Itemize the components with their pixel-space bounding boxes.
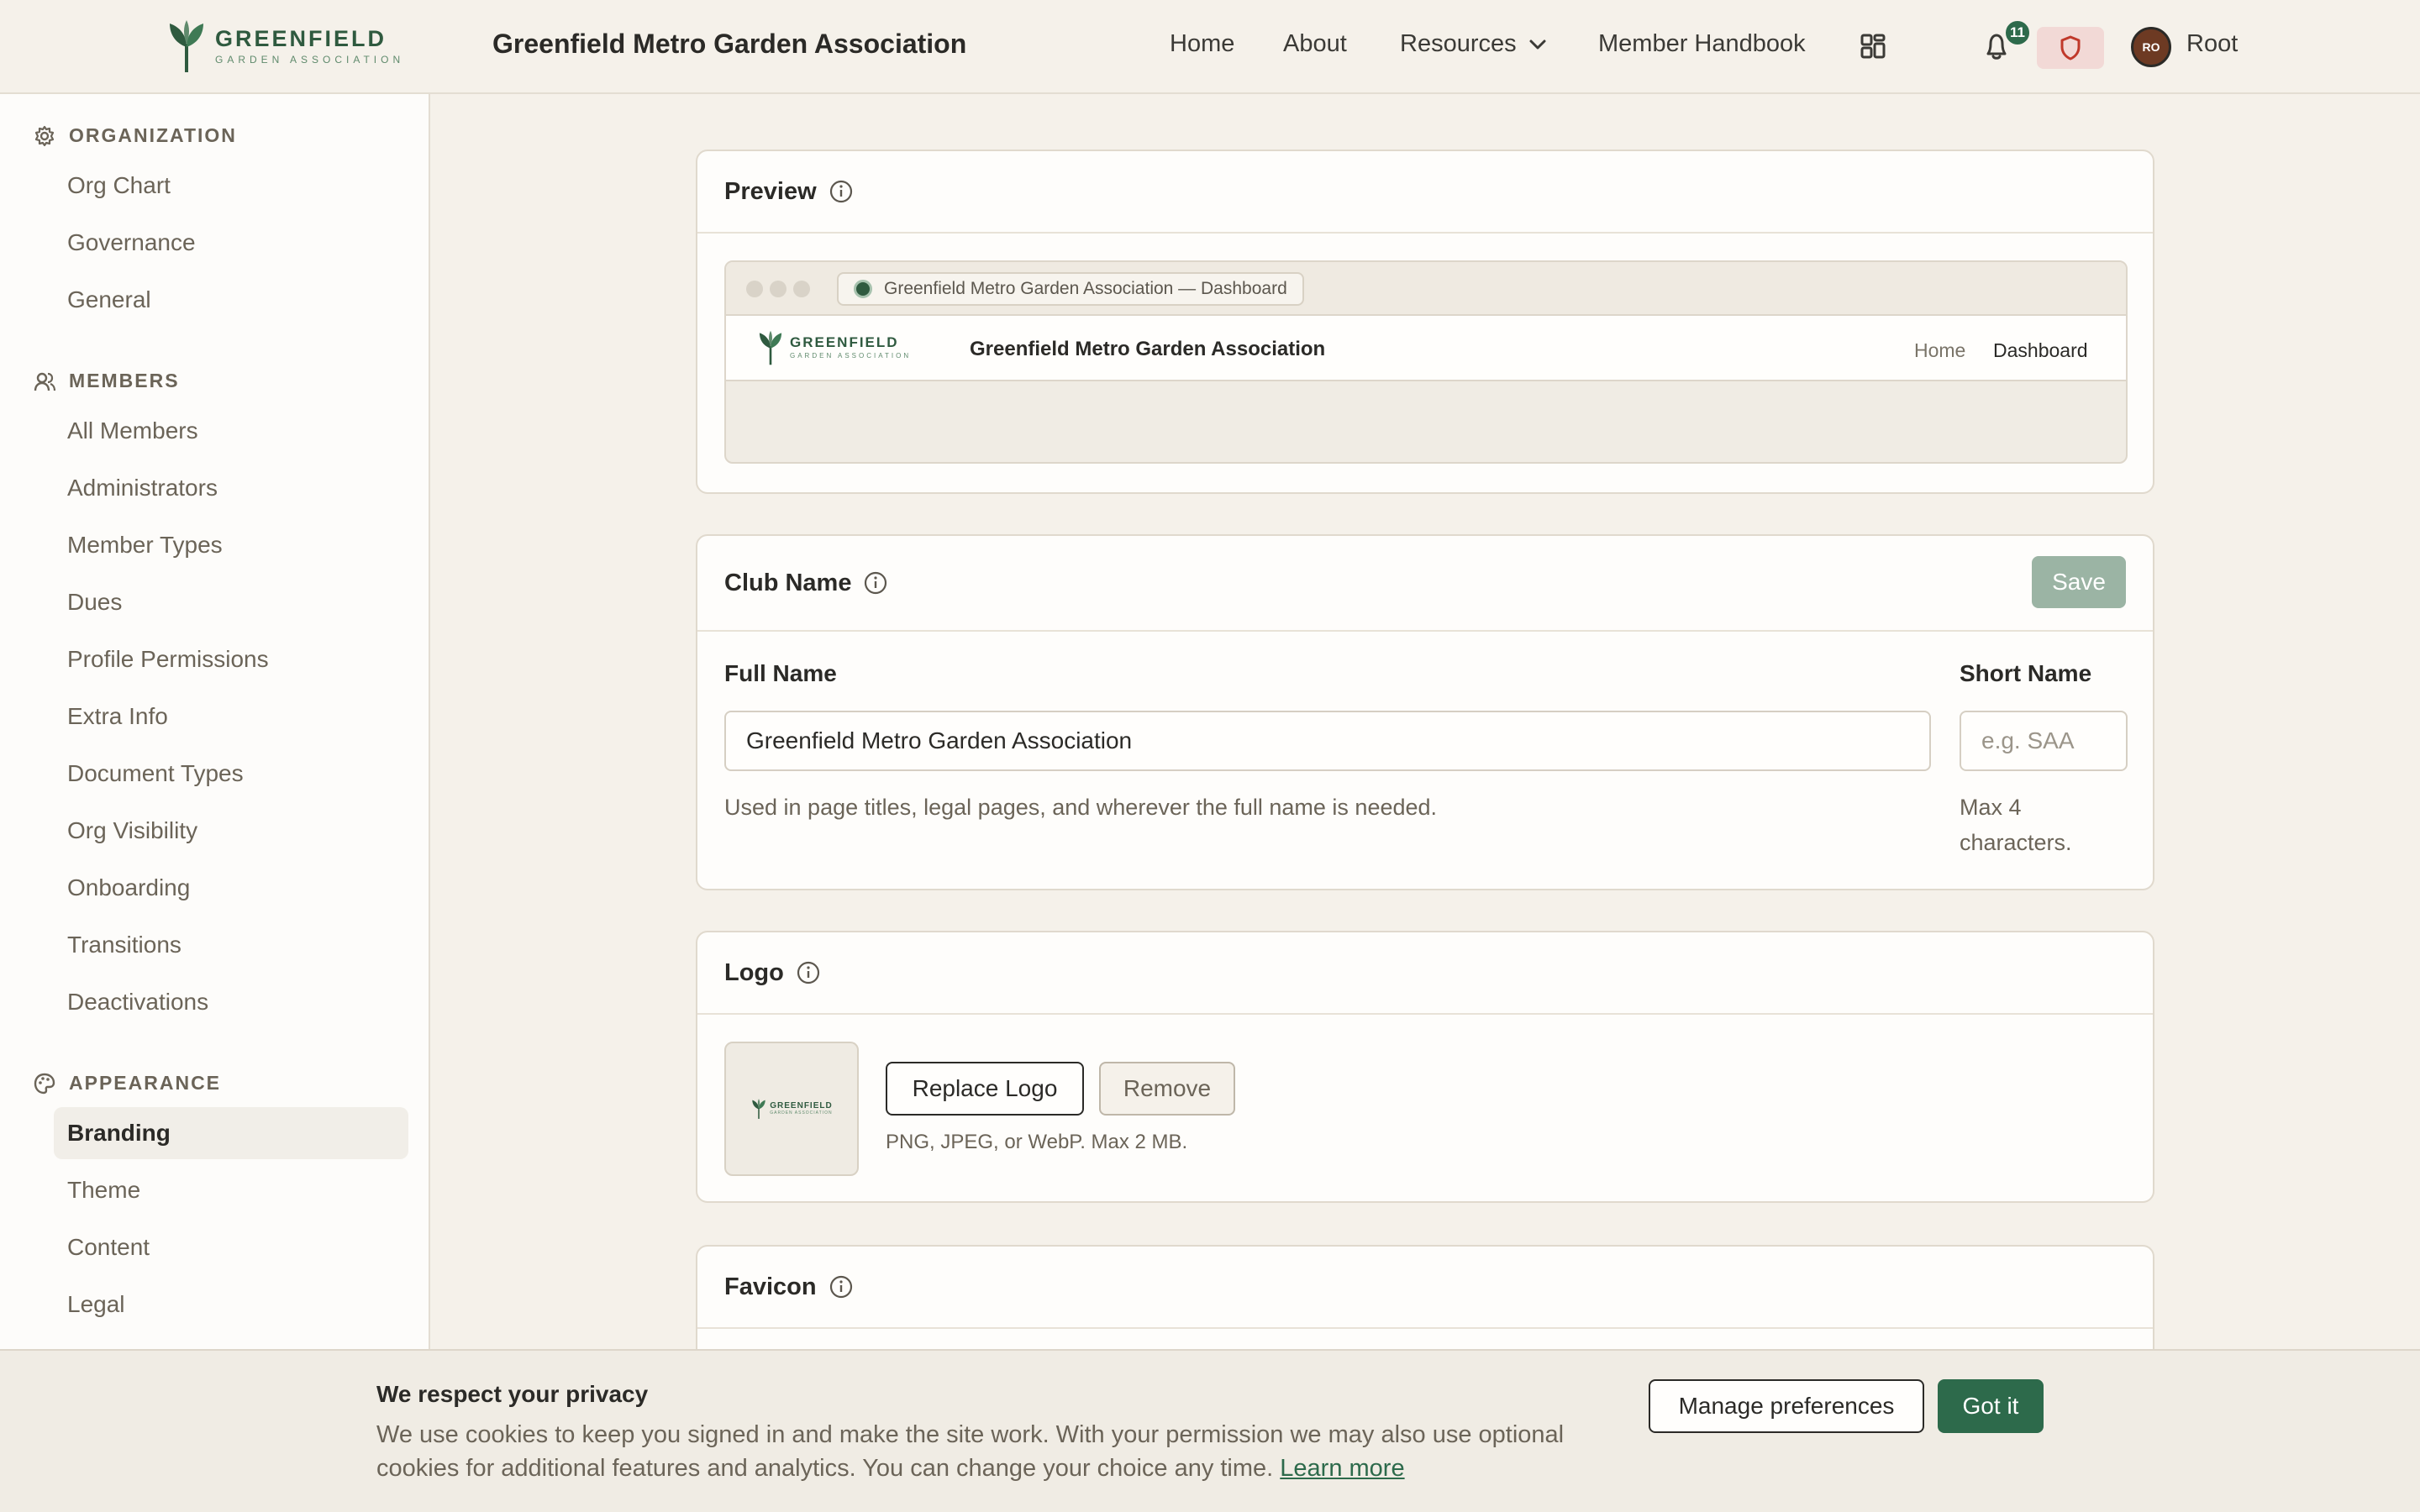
- logo-help-text: PNG, JPEG, or WebP. Max 2 MB.: [886, 1131, 1188, 1153]
- sidebar-item-all-members[interactable]: All Members: [54, 405, 408, 457]
- browser-preview: Greenfield Metro Garden Association — Da…: [724, 260, 2128, 464]
- sprout-logo-icon: [752, 1099, 765, 1119]
- learn-more-link[interactable]: Learn more: [1280, 1455, 1404, 1482]
- sidebar-section-appearance: APPEARANCE: [34, 1072, 221, 1095]
- favicon-card-title: Favicon: [724, 1273, 817, 1300]
- user-avatar[interactable]: RO: [2131, 27, 2171, 67]
- info-icon[interactable]: [796, 960, 821, 985]
- preview-card: Preview Greenfield Metro Garden Associat…: [696, 150, 2154, 494]
- sidebar-item-org-visibility[interactable]: Org Visibility: [54, 805, 408, 857]
- sprout-logo-icon: [170, 20, 203, 72]
- nav-member-handbook[interactable]: Member Handbook: [1598, 30, 1806, 58]
- preview-card-title: Preview: [724, 177, 817, 205]
- browser-preview-tab: Greenfield Metro Garden Association — Da…: [837, 272, 1304, 306]
- window-dot: [746, 281, 763, 297]
- sidebar-item-theme[interactable]: Theme: [54, 1164, 408, 1216]
- favicon-icon: [854, 280, 872, 298]
- sidebar-item-org-chart[interactable]: Org Chart: [54, 160, 408, 212]
- short-name-help-line-1: Max 4: [1960, 795, 2022, 820]
- logo-card-header: Logo: [697, 932, 2153, 1015]
- info-icon[interactable]: [829, 179, 854, 204]
- brand-wordmark: GREENFIELD: [215, 26, 387, 51]
- full-name-help: Used in page titles, legal pages, and wh…: [724, 795, 1438, 820]
- accept-cookies-button[interactable]: Got it: [1938, 1379, 2044, 1433]
- sidebar-item-branding[interactable]: Branding: [54, 1107, 408, 1159]
- short-name-help-line-2: characters.: [1960, 830, 2072, 855]
- brand-tagline: GARDEN ASSOCIATION: [215, 54, 405, 66]
- cookie-banner-body: We use cookies to keep you signed in and…: [376, 1418, 1586, 1485]
- window-dot: [793, 281, 810, 297]
- nav-about[interactable]: About: [1283, 30, 1347, 58]
- sidebar-section-title: ORGANIZATION: [69, 124, 237, 146]
- manage-preferences-button[interactable]: Manage preferences: [1649, 1379, 1924, 1433]
- window-dot: [770, 281, 786, 297]
- info-icon[interactable]: [863, 570, 888, 596]
- top-header: GREENFIELD GARDEN ASSOCIATION Greenfield…: [0, 0, 2420, 94]
- browser-preview-tab-title: Greenfield Metro Garden Association — Da…: [884, 279, 1287, 298]
- sidebar-item-member-types[interactable]: Member Types: [54, 519, 408, 571]
- preview-nav-home: Home: [1914, 339, 1966, 361]
- sidebar-item-administrators[interactable]: Administrators: [54, 462, 408, 514]
- gear-icon: [34, 125, 55, 146]
- users-icon: [34, 372, 55, 391]
- sidebar-item-document-types[interactable]: Document Types: [54, 748, 408, 800]
- preview-logo-wordmark: GREENFIELD: [790, 334, 899, 350]
- short-name-label: Short Name: [1960, 660, 2092, 686]
- sidebar-item-general[interactable]: General: [54, 274, 408, 326]
- sidebar-item-governance[interactable]: Governance: [54, 217, 408, 269]
- sidebar-section-title: APPEARANCE: [69, 1072, 222, 1094]
- info-icon[interactable]: [829, 1274, 854, 1299]
- preview-nav-dashboard: Dashboard: [1993, 339, 2088, 361]
- chevron-down-icon: [1529, 39, 1546, 49]
- sidebar-item-profile-permissions[interactable]: Profile Permissions: [54, 633, 408, 685]
- sidebar-item-transitions[interactable]: Transitions: [54, 919, 408, 971]
- club-name-card: Club Name Save Full Name Used in page ti…: [696, 534, 2154, 890]
- full-name-input[interactable]: [724, 711, 1931, 771]
- shield-icon: [2060, 35, 2081, 60]
- preview-card-header: Preview: [697, 151, 2153, 234]
- logo-card-title: Logo: [724, 958, 784, 986]
- sidebar-item-legal[interactable]: Legal: [54, 1278, 408, 1331]
- sidebar-item-onboarding[interactable]: Onboarding: [54, 862, 408, 914]
- logo-card: Logo GREENFIELD GARDEN ASSOCIATION Repla…: [696, 931, 2154, 1203]
- short-name-input[interactable]: [1960, 711, 2128, 771]
- admin-shield-button[interactable]: [2037, 27, 2104, 69]
- sidebar-section-members: MEMBERS: [34, 370, 180, 392]
- sidebar-item-deactivations[interactable]: Deactivations: [54, 976, 408, 1028]
- apps-grid-icon[interactable]: [1860, 34, 1886, 59]
- notification-count-badge: 11: [2003, 18, 2032, 47]
- replace-logo-button[interactable]: Replace Logo: [886, 1062, 1084, 1116]
- browser-preview-toolbar: Greenfield Metro Garden Association — Da…: [726, 262, 2126, 316]
- club-name-card-title: Club Name: [724, 569, 852, 596]
- sidebar-item-content[interactable]: Content: [54, 1221, 408, 1273]
- browser-preview-navbar: GREENFIELD GARDEN ASSOCIATION Greenfield…: [726, 316, 2126, 381]
- nav-resources-dropdown[interactable]: Resources: [1400, 30, 1547, 58]
- logo-thumbnail: GREENFIELD GARDEN ASSOCIATION: [724, 1042, 859, 1176]
- nav-resources-label: Resources: [1400, 30, 1517, 57]
- sidebar-section-organization: ORGANIZATION: [34, 124, 237, 147]
- sidebar-item-dues[interactable]: Dues: [54, 576, 408, 628]
- sidebar-section-title: MEMBERS: [69, 370, 180, 391]
- logo-thumb-wordmark: GREENFIELD: [770, 1101, 833, 1110]
- save-button[interactable]: Save: [2032, 556, 2126, 608]
- nav-home[interactable]: Home: [1170, 30, 1234, 58]
- brand-logo[interactable]: GREENFIELD GARDEN ASSOCIATION: [165, 18, 404, 74]
- user-name[interactable]: Root: [2186, 30, 2238, 58]
- cookie-banner-title: We respect your privacy: [376, 1381, 649, 1407]
- preview-logo: GREENFIELD GARDEN ASSOCIATION: [756, 329, 911, 366]
- full-name-label: Full Name: [724, 660, 837, 686]
- settings-sidebar: ORGANIZATION Org Chart Governance Genera…: [0, 94, 430, 1512]
- org-title: Greenfield Metro Garden Association: [492, 29, 967, 59]
- logo-thumb-tagline: GARDEN ASSOCIATION: [770, 1110, 833, 1116]
- preview-logo-tagline: GARDEN ASSOCIATION: [790, 352, 912, 360]
- cookie-consent-banner: We respect your privacy We use cookies t…: [0, 1349, 2420, 1512]
- remove-logo-button[interactable]: Remove: [1099, 1062, 1235, 1116]
- sidebar-item-extra-info[interactable]: Extra Info: [54, 690, 408, 743]
- preview-site-title: Greenfield Metro Garden Association: [970, 338, 1326, 360]
- favicon-card-header: Favicon: [697, 1247, 2153, 1329]
- sprout-logo-icon: [759, 330, 782, 365]
- club-name-card-header: Club Name Save: [697, 536, 2153, 632]
- palette-icon: [34, 1073, 55, 1094]
